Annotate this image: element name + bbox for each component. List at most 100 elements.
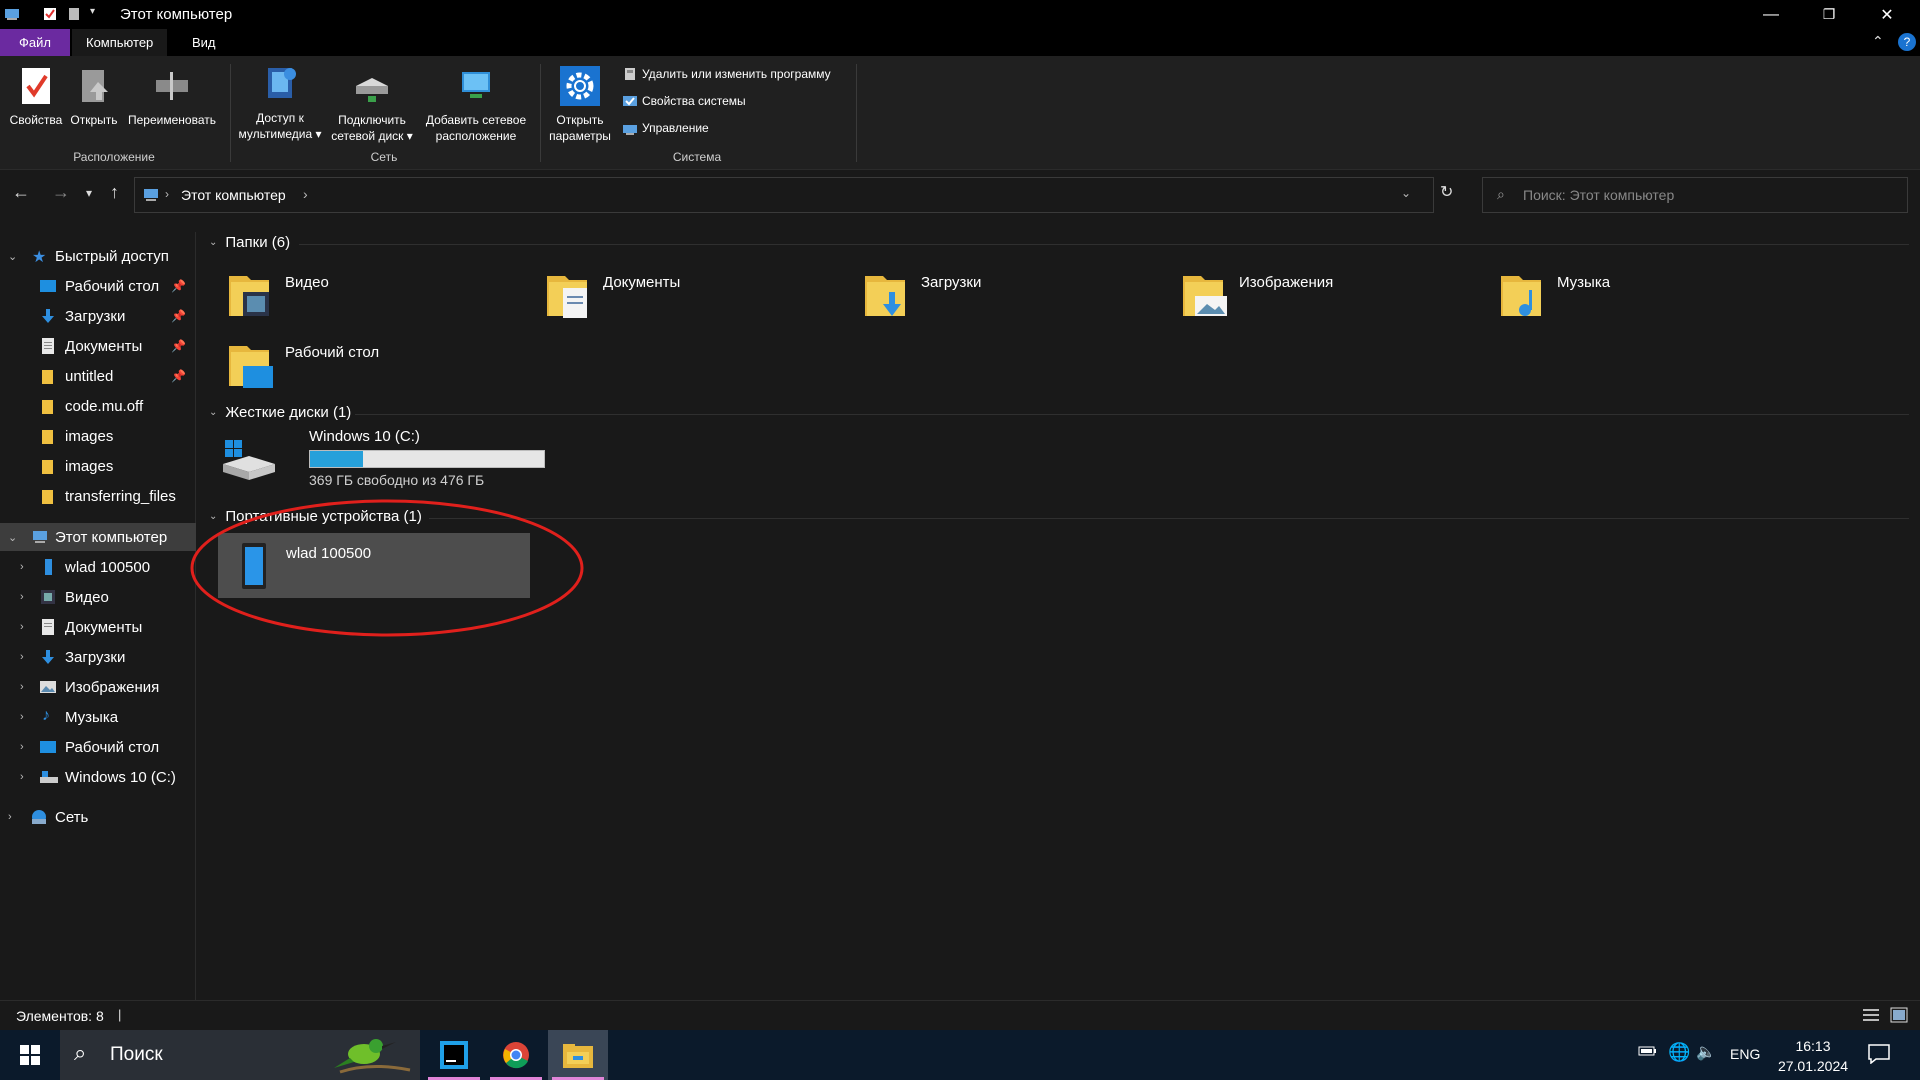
folder-video[interactable]: Видео: [217, 264, 517, 328]
chevron-right-icon[interactable]: ›: [20, 591, 24, 603]
battery-icon[interactable]: [1638, 1044, 1658, 1062]
status-divider: |: [118, 1007, 122, 1022]
folder-desktop[interactable]: Рабочий стол: [217, 334, 517, 398]
tab-view[interactable]: Вид: [178, 29, 230, 56]
chevron-down-icon[interactable]: ⌄: [8, 250, 17, 263]
manage-button[interactable]: Управление: [622, 120, 709, 136]
folder-music[interactable]: Музыка: [1489, 264, 1789, 328]
chevron-right-icon[interactable]: ›: [20, 741, 24, 753]
chevron-right-icon[interactable]: ›: [20, 651, 24, 663]
sidebar-item-images[interactable]: images: [0, 422, 196, 450]
chevron-right-icon[interactable]: ›: [20, 681, 24, 693]
open-settings-button[interactable]: Открыть параметры: [544, 56, 616, 144]
sidebar-item-drive-c[interactable]: › Windows 10 (C:): [0, 763, 196, 791]
downloads-folder-icon: [861, 270, 913, 322]
folder-icon: [40, 458, 56, 474]
drive-c-tile[interactable]: Windows 10 (C:) 369 ГБ свободно из 476 Г…: [217, 428, 545, 490]
folder-icon: [40, 428, 56, 444]
sidebar-item-documents[interactable]: Документы 📌: [0, 332, 196, 360]
section-header-drives[interactable]: ⌄ Жесткие диски (1): [209, 404, 351, 421]
open-button[interactable]: Открыть: [66, 56, 122, 128]
navigation-pane: ⌄ ★ Быстрый доступ Рабочий стол 📌 Загруз…: [0, 232, 196, 1000]
chevron-right-icon[interactable]: ›: [20, 621, 24, 633]
system-properties-button[interactable]: Свойства системы: [622, 93, 746, 109]
clock[interactable]: 16:13 27.01.2024: [1776, 1036, 1850, 1076]
section-header-folders[interactable]: ⌄ Папки (6): [209, 234, 290, 251]
sidebar-item-downloads[interactable]: Загрузки 📌: [0, 302, 196, 330]
media-access-button[interactable]: Доступ к мультимедиа ▾: [234, 56, 326, 142]
sidebar-item-transferring-files[interactable]: transferring_files: [0, 482, 196, 510]
sidebar-item-code-mu-off[interactable]: code.mu.off: [0, 392, 196, 420]
restore-button[interactable]: ❐: [1800, 0, 1858, 29]
uninstall-icon: [622, 66, 638, 82]
taskbar-webstorm[interactable]: [424, 1030, 484, 1080]
folder-documents[interactable]: Документы: [535, 264, 835, 328]
address-dropdown-chevron-icon[interactable]: ⌄: [1401, 186, 1411, 200]
sidebar-item-video[interactable]: › Видео: [0, 583, 196, 611]
back-arrow-icon[interactable]: ←: [12, 182, 30, 203]
film-icon: [40, 589, 56, 605]
chevron-right-icon[interactable]: ›: [20, 771, 24, 783]
sidebar-item-pictures[interactable]: › Изображения: [0, 673, 196, 701]
breadcrumb-chevron-icon[interactable]: ›: [303, 186, 308, 202]
sidebar-item-quick-access[interactable]: ⌄ ★ Быстрый доступ: [0, 242, 196, 270]
map-network-drive-button[interactable]: Подключить сетевой диск ▾: [326, 56, 418, 144]
close-button[interactable]: ✕: [1858, 0, 1916, 29]
ribbon-separator: [540, 64, 541, 162]
add-network-location-button[interactable]: Добавить сетевое расположение: [418, 56, 534, 144]
details-view-icon[interactable]: [1862, 1007, 1880, 1026]
tab-computer[interactable]: Компьютер: [72, 29, 168, 56]
sidebar-item-untitled[interactable]: untitled 📌: [0, 362, 196, 390]
uninstall-program-button[interactable]: Удалить или изменить программу: [622, 66, 831, 82]
chevron-down-icon[interactable]: ⌄: [8, 531, 17, 544]
status-bar: Элементов: 8 |: [0, 1000, 1920, 1030]
refresh-icon[interactable]: ↻: [1440, 182, 1453, 202]
customize-quick-access-icon[interactable]: ▾: [90, 6, 95, 17]
tiles-view-icon[interactable]: [1890, 1007, 1908, 1026]
sidebar-item-images-2[interactable]: images: [0, 452, 196, 480]
new-folder-quick-icon[interactable]: [66, 6, 82, 25]
sidebar-item-documents-pc[interactable]: › Документы: [0, 613, 196, 641]
volume-icon[interactable]: 🔈: [1696, 1042, 1716, 1062]
sidebar-item-desktop[interactable]: Рабочий стол 📌: [0, 272, 196, 300]
sidebar-item-downloads-pc[interactable]: › Загрузки: [0, 643, 196, 671]
notifications-icon[interactable]: [1868, 1044, 1890, 1068]
sidebar-item-network[interactable]: › Сеть: [0, 803, 196, 831]
taskbar-chrome[interactable]: [486, 1030, 546, 1080]
properties-quick-icon[interactable]: [42, 6, 58, 25]
taskbar-file-explorer[interactable]: [548, 1030, 608, 1080]
chevron-down-icon[interactable]: ⌄: [209, 407, 217, 418]
search-input[interactable]: ⌕ Поиск: Этот компьютер: [1482, 177, 1908, 213]
breadcrumb-chevron-icon[interactable]: ›: [165, 187, 169, 201]
chevron-down-icon[interactable]: ⌄: [209, 237, 217, 248]
title-bar: ▾ Этот компьютер — ❐ ✕: [0, 0, 1920, 29]
language-indicator[interactable]: ENG: [1730, 1046, 1760, 1062]
sidebar-item-this-pc[interactable]: ⌄ Этот компьютер: [0, 523, 196, 551]
address-bar[interactable]: › Этот компьютер › ⌄: [134, 177, 1434, 213]
explorer-app-icon[interactable]: [4, 6, 20, 25]
sidebar-item-desktop-pc[interactable]: › Рабочий стол: [0, 733, 196, 761]
folder-downloads[interactable]: Загрузки: [853, 264, 1153, 328]
minimize-button[interactable]: —: [1742, 0, 1800, 29]
sidebar-item-wlad-100500[interactable]: › wlad 100500: [0, 553, 196, 581]
documents-folder-icon: [543, 270, 595, 322]
tab-file[interactable]: Файл: [0, 29, 70, 56]
chevron-right-icon[interactable]: ›: [8, 811, 12, 823]
sidebar-item-music[interactable]: › ♪ Музыка: [0, 703, 196, 731]
properties-button[interactable]: Свойства: [6, 56, 66, 128]
breadcrumb-this-pc[interactable]: Этот компьютер: [181, 187, 286, 203]
rename-button[interactable]: Переименовать: [122, 56, 222, 128]
chevron-right-icon[interactable]: ›: [20, 711, 24, 723]
forward-arrow-icon[interactable]: →: [52, 182, 70, 203]
network-globe-icon[interactable]: 🌐: [1668, 1042, 1690, 1063]
help-icon[interactable]: ?: [1898, 33, 1916, 51]
windows-drive-icon: [221, 438, 277, 485]
folder-pictures[interactable]: Изображения: [1171, 264, 1471, 328]
taskbar-search-box[interactable]: ⌕ Поиск: [60, 1030, 420, 1080]
windows-start-icon[interactable]: [20, 1045, 40, 1068]
collapse-ribbon-icon[interactable]: ⌃: [1872, 33, 1884, 50]
settings-gear-icon: [560, 64, 600, 108]
recent-locations-chevron-icon[interactable]: ▾: [86, 186, 92, 200]
chevron-right-icon[interactable]: ›: [20, 561, 24, 573]
up-arrow-icon[interactable]: ↑: [110, 182, 119, 203]
